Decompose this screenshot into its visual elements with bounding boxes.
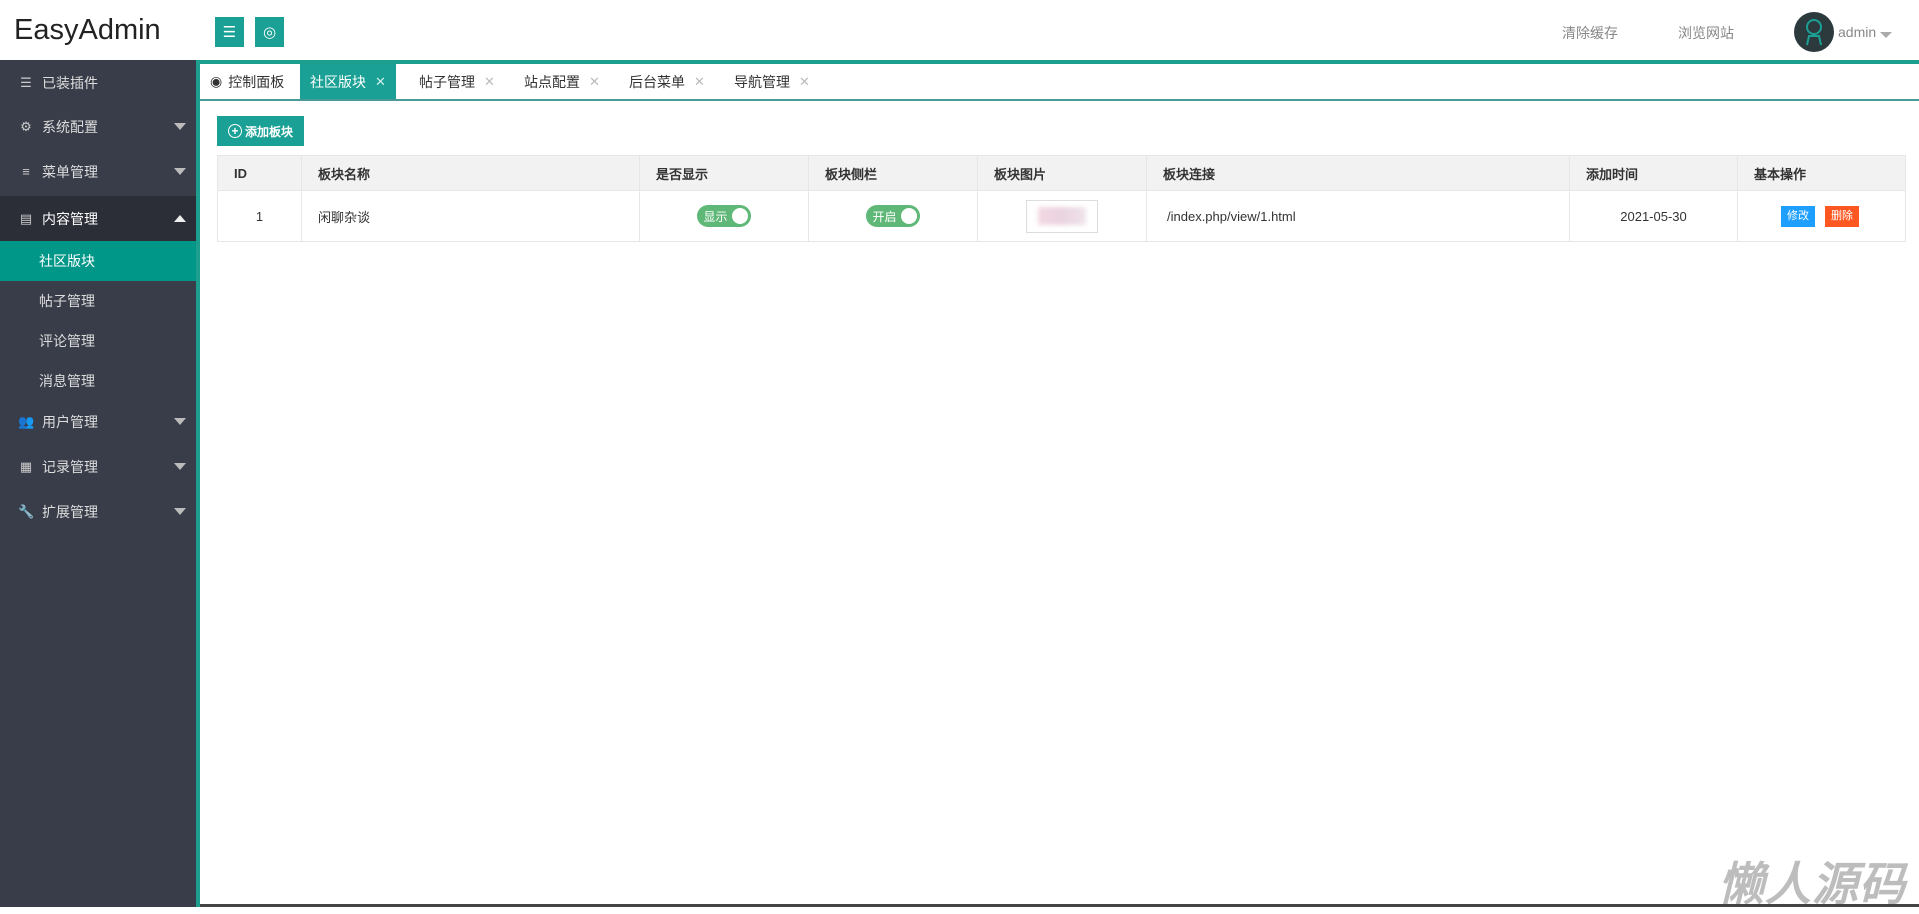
close-icon[interactable]: ✕ <box>589 74 600 90</box>
gears-icon: ⚙ <box>20 118 32 134</box>
dashboard-icon: ◉ <box>210 73 223 89</box>
username[interactable]: admin <box>1838 24 1876 40</box>
top-header: EasyAdmin ☰ ◎ 清除缓存 浏览网站 admin <box>0 0 1919 60</box>
sidebar-item-records[interactable]: ▦ 记录管理 <box>0 444 196 489</box>
user-avatar-icon <box>1806 19 1822 46</box>
clear-cache-link[interactable]: 清除缓存 <box>1562 23 1618 43</box>
file-icon: ▤ <box>19 210 33 226</box>
sidebar: ☰ 已装插件 ⚙ 系统配置 ≡ 菜单管理 ▤ 内容管理 社区版块 帖子管理 评论管理 消… <box>0 60 200 907</box>
wrench-icon: 🔧 <box>18 503 35 519</box>
browse-site-link[interactable]: 浏览网站 <box>1678 23 1734 43</box>
caret-down-icon <box>174 508 186 515</box>
avatar[interactable] <box>1794 12 1834 52</box>
tab-posts[interactable]: 帖子管理 ✕ <box>409 64 505 99</box>
close-icon[interactable]: ✕ <box>799 74 810 90</box>
tab-admin-menu[interactable]: 后台菜单 ✕ <box>619 64 715 99</box>
tab-nav-management[interactable]: 导航管理 ✕ <box>724 64 820 99</box>
caret-down-icon[interactable] <box>1880 32 1892 38</box>
col-date[interactable]: 添加时间 <box>1569 155 1738 191</box>
col-image[interactable]: 板块图片 <box>977 155 1147 191</box>
plus-circle-icon: + <box>227 124 242 138</box>
show-toggle[interactable]: 显示 <box>697 205 751 227</box>
close-icon[interactable]: ✕ <box>694 74 705 90</box>
sidebar-item-system-config[interactable]: ⚙ 系统配置 <box>0 104 196 149</box>
caret-down-icon <box>174 463 186 470</box>
logo: EasyAdmin <box>14 14 161 46</box>
sidebar-sub-comments[interactable]: 评论管理 <box>0 321 196 361</box>
add-board-button[interactable]: + 添加板块 <box>217 116 304 146</box>
sidebar-item-plugins[interactable]: ☰ 已装插件 <box>0 60 196 105</box>
list-icon: ≡ <box>22 164 30 179</box>
sliders-icon: ☰ <box>20 74 32 90</box>
caret-down-icon <box>174 123 186 130</box>
edit-button[interactable]: 修改 <box>1781 205 1815 227</box>
col-id[interactable]: ID <box>217 155 302 191</box>
col-link[interactable]: 板块连接 <box>1146 155 1570 191</box>
caret-down-icon <box>174 418 186 425</box>
cell-link: /index.php/view/1.html <box>1146 190 1570 242</box>
toggle-sidebar-button[interactable]: ☰ <box>215 17 244 47</box>
globe-button[interactable]: ◎ <box>255 17 284 47</box>
table-row: 1 闲聊杂谈 显示 开启 /index.php/view/1.html 2021… <box>217 190 1906 242</box>
tab-community-board[interactable]: 社区版块 ✕ <box>300 64 396 99</box>
cell-id: 1 <box>217 190 302 242</box>
globe-icon: ◎ <box>262 24 277 41</box>
caret-down-icon <box>174 168 186 175</box>
sidebar-sub-posts[interactable]: 帖子管理 <box>0 281 196 321</box>
board-image-thumbnail[interactable] <box>1026 199 1098 233</box>
sidebar-sub-community-board[interactable]: 社区版块 <box>0 241 196 281</box>
hamburger-icon: ☰ <box>222 24 237 41</box>
table-header-row: ID 板块名称 是否显示 板块侧栏 板块图片 板块连接 添加时间 基本操作 <box>217 155 1906 191</box>
sidebar-item-users[interactable]: 👥 用户管理 <box>0 399 196 444</box>
cell-name: 闲聊杂谈 <box>301 190 640 242</box>
col-name[interactable]: 板块名称 <box>301 155 640 191</box>
cell-date: 2021-05-30 <box>1569 190 1738 242</box>
caret-up-icon <box>174 215 186 222</box>
sidebar-sub-messages[interactable]: 消息管理 <box>0 361 196 401</box>
tab-dashboard[interactable]: ◉ 控制面板 <box>200 64 294 99</box>
col-actions: 基本操作 <box>1737 155 1906 191</box>
sidebar-item-extensions[interactable]: 🔧 扩展管理 <box>0 489 196 534</box>
tab-site-config[interactable]: 站点配置 ✕ <box>514 64 610 99</box>
grid-icon: ▦ <box>19 458 33 474</box>
users-icon: 👥 <box>18 413 35 429</box>
col-sidebar[interactable]: 板块侧栏 <box>808 155 978 191</box>
tab-bar: ◉ 控制面板 社区版块 ✕ 帖子管理 ✕ 站点配置 ✕ 后台菜单 ✕ 导航管理 ✕ <box>200 64 1919 101</box>
close-icon[interactable]: ✕ <box>484 74 495 90</box>
delete-button[interactable]: 删除 <box>1825 205 1859 227</box>
col-show[interactable]: 是否显示 <box>639 155 809 191</box>
sidebar-toggle[interactable]: 开启 <box>866 205 920 227</box>
board-table: ID 板块名称 是否显示 板块侧栏 板块图片 板块连接 添加时间 基本操作 1 … <box>217 155 1906 242</box>
sidebar-item-content-management[interactable]: ▤ 内容管理 <box>0 196 196 241</box>
sidebar-item-menu-management[interactable]: ≡ 菜单管理 <box>0 149 196 194</box>
close-icon[interactable]: ✕ <box>375 74 386 90</box>
